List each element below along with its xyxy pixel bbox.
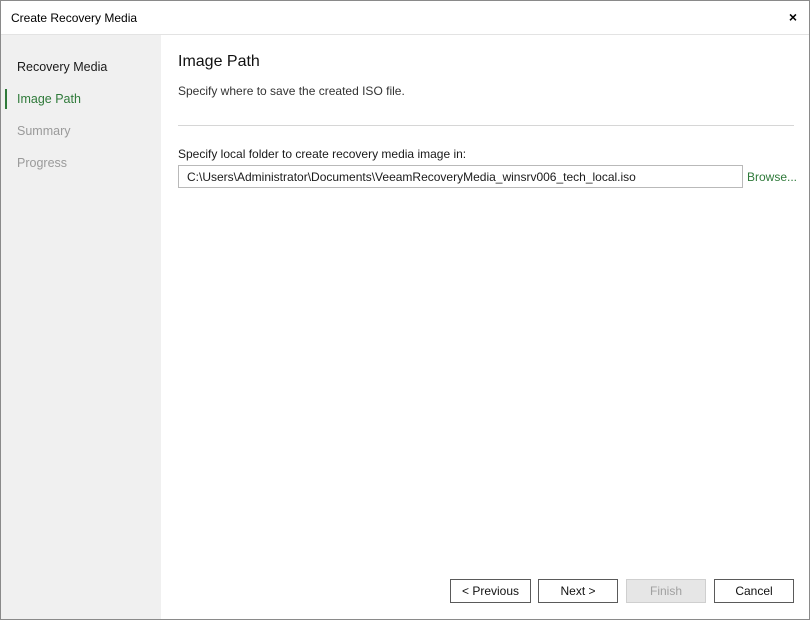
step-progress: Progress xyxy=(1,151,161,175)
finish-button: Finish xyxy=(626,579,706,603)
step-label: Recovery Media xyxy=(17,60,108,74)
browse-link[interactable]: Browse... xyxy=(747,170,797,184)
step-label: Progress xyxy=(17,156,68,170)
cancel-button[interactable]: Cancel xyxy=(714,579,794,603)
dialog-window: Create Recovery Media × Recovery Media I… xyxy=(0,0,810,620)
main-content: Image Path Specify where to save the cre… xyxy=(162,35,809,619)
previous-button[interactable]: < Previous xyxy=(450,579,531,603)
window-title: Create Recovery Media xyxy=(11,11,138,25)
step-label: Summary xyxy=(17,124,71,138)
step-label: Image Path xyxy=(17,92,81,106)
close-icon[interactable]: × xyxy=(783,7,803,27)
active-step-indicator xyxy=(5,89,7,109)
page-title: Image Path xyxy=(178,53,260,70)
next-button[interactable]: Next > xyxy=(538,579,618,603)
wizard-steps-sidebar: Recovery Media Image Path Summary Progre… xyxy=(1,35,161,619)
folder-field-label: Specify local folder to create recovery … xyxy=(178,147,467,161)
step-image-path[interactable]: Image Path xyxy=(1,87,161,111)
page-subtitle: Specify where to save the created ISO fi… xyxy=(178,84,405,98)
title-bar: Create Recovery Media × xyxy=(1,1,809,35)
step-summary: Summary xyxy=(1,119,161,143)
step-recovery-media[interactable]: Recovery Media xyxy=(1,55,161,79)
image-path-input[interactable] xyxy=(178,165,743,188)
header-divider xyxy=(178,125,794,126)
